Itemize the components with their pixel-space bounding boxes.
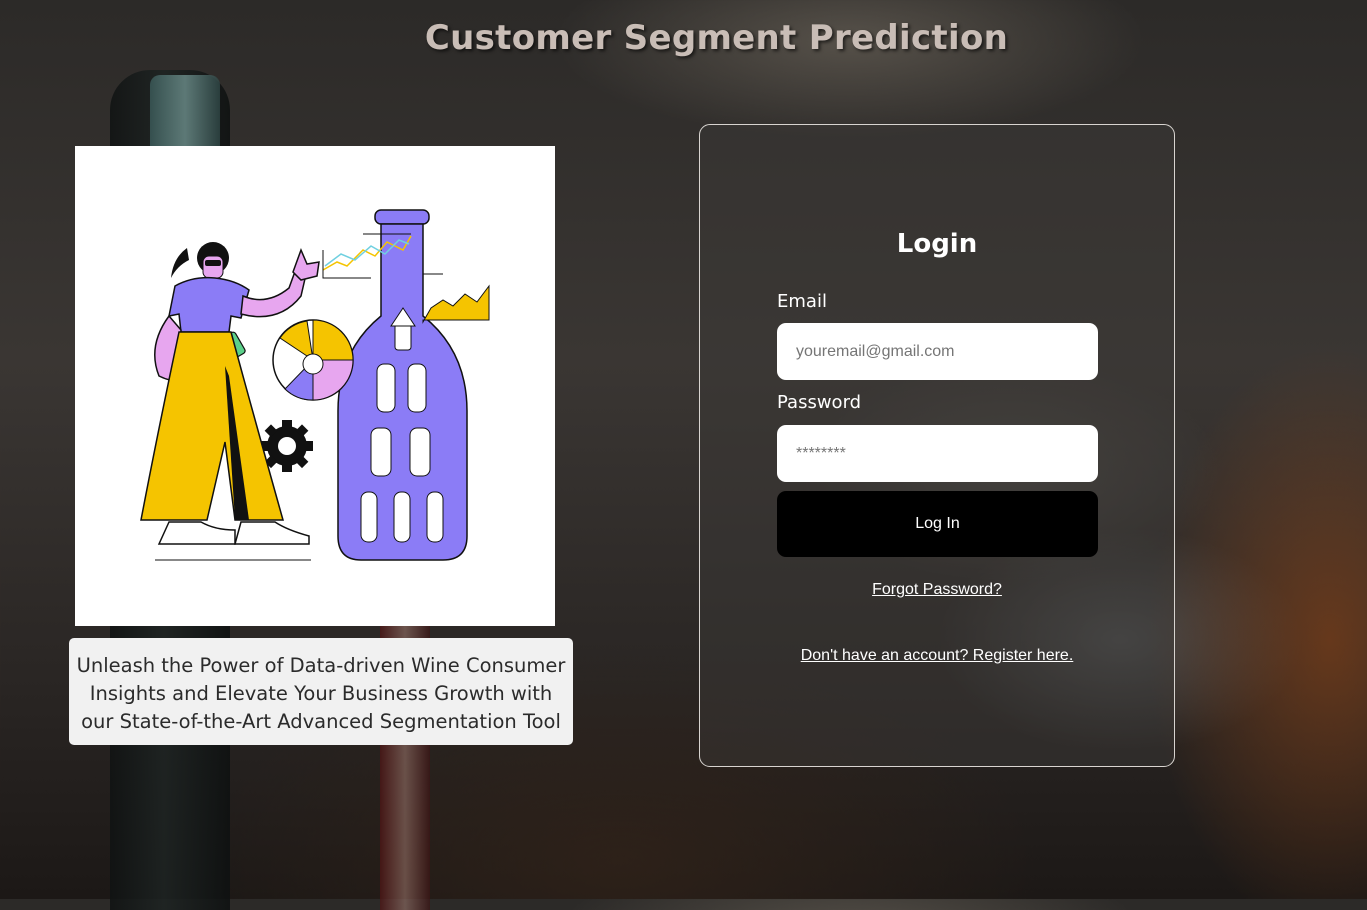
login-panel: Login Email Password Log In Forgot Passw… — [699, 124, 1175, 767]
register-link[interactable]: Don't have an account? Register here. — [700, 647, 1174, 665]
hero-illustration — [75, 146, 555, 626]
login-heading: Login — [896, 229, 978, 259]
page-title: Customer Segment Prediction — [424, 18, 1009, 58]
hero-tagline: Unleash the Power of Data-driven Wine Co… — [69, 638, 573, 745]
password-field[interactable] — [777, 425, 1098, 482]
password-label: Password — [777, 392, 862, 413]
log-in-button[interactable]: Log In — [777, 491, 1098, 557]
forgot-password-link[interactable]: Forgot Password? — [700, 581, 1174, 599]
email-field[interactable] — [777, 323, 1098, 380]
email-label: Email — [777, 291, 827, 312]
wine-data-analyst-illustration-icon — [140, 209, 490, 561]
